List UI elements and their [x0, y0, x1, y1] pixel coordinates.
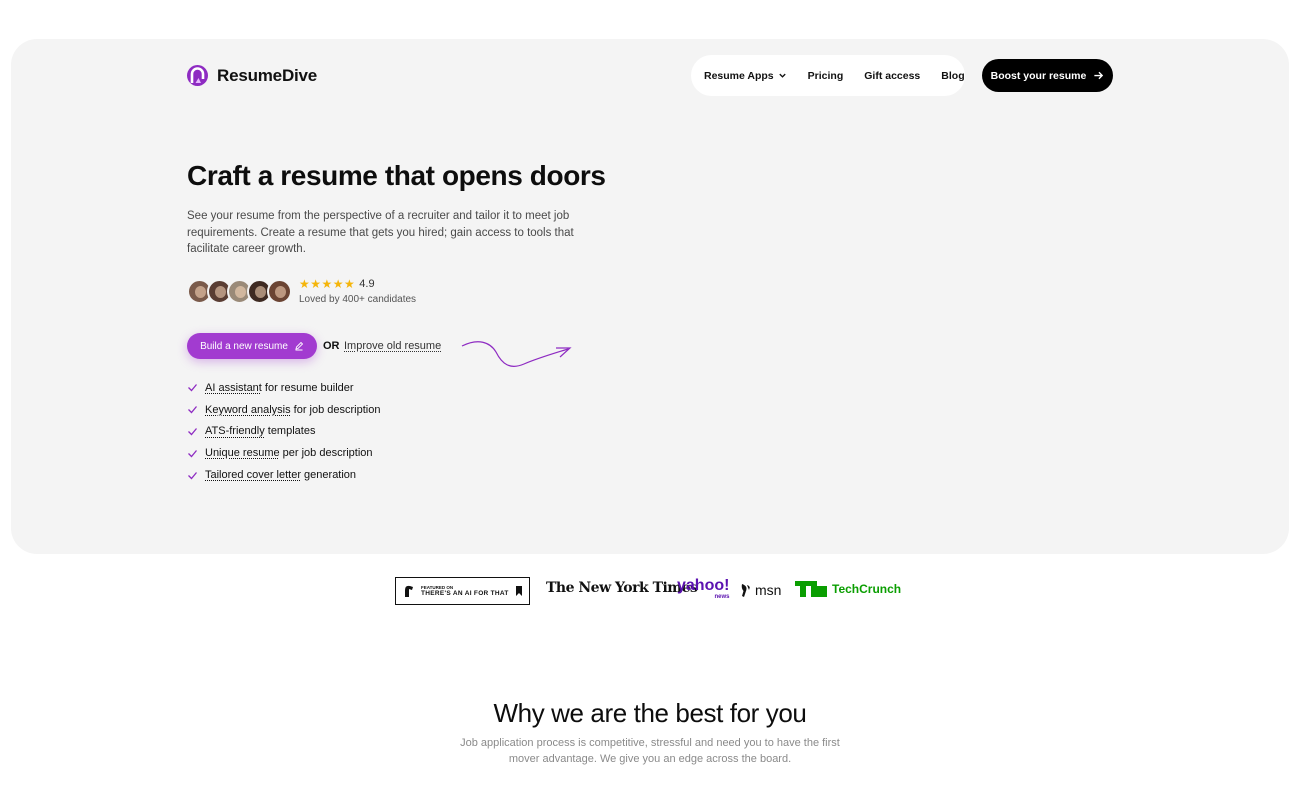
msn-logo: msn [740, 582, 781, 598]
feature-highlight: Tailored cover letter [205, 469, 301, 482]
techcrunch-text: TechCrunch [832, 582, 902, 596]
curly-arrow-icon [461, 341, 572, 367]
list-item: ATS-friendly templates [187, 421, 380, 443]
rating-caption: Loved by 400+ candidates [299, 294, 417, 305]
why-section-title: Why we are the best for you [493, 698, 807, 728]
msn-text: msn [755, 582, 782, 598]
nyt-logo: The New York Times [546, 580, 698, 596]
list-item: Tailored cover letter generation [187, 464, 380, 486]
feature-text: per job description [279, 447, 373, 460]
list-item: Keyword analysis for job description [187, 399, 380, 421]
list-item: AI assistant for resume builder [187, 377, 380, 399]
resumedive-logo-icon [187, 65, 208, 86]
feature-text: generation [301, 469, 357, 482]
nav-item-label: Pricing [807, 69, 844, 82]
feature-highlight: AI assistant [205, 381, 262, 394]
feature-list: AI assistant for resume builder Keyword … [187, 377, 380, 486]
avatar [267, 279, 292, 304]
bookmark-icon [516, 586, 522, 596]
msn-butterfly-icon [741, 584, 750, 597]
techcrunch-logo: TechCrunch [795, 581, 901, 597]
nav-item-resume-apps[interactable]: Resume Apps [704, 70, 787, 82]
nav-item-blog[interactable]: Blog [941, 70, 964, 82]
rating-score: 4.9 [359, 278, 375, 290]
chevron-down-icon [778, 73, 786, 78]
check-icon [188, 406, 197, 414]
boost-resume-label: Boost your resume [990, 69, 1087, 82]
hero-title: Craft a resume that opens doors [187, 160, 606, 191]
check-icon [188, 384, 197, 392]
feature-highlight: ATS-friendly [205, 425, 265, 438]
nav-item-gift-access[interactable]: Gift access [864, 70, 920, 82]
press-logos: FEATURED ON THERE'S AN AI FOR THAT The N… [0, 575, 1300, 607]
feature-text: for job description [290, 403, 381, 416]
nav-item-label: Blog [941, 69, 965, 82]
nav-item-label: Resume Apps [704, 69, 774, 82]
feature-highlight: Unique resume [205, 447, 280, 460]
pencil-icon [295, 341, 304, 351]
or-separator: OR [323, 340, 340, 352]
boost-resume-button[interactable]: Boost your resume [982, 59, 1113, 92]
feature-text: for resume builder [261, 381, 354, 394]
nav-item-pricing[interactable]: Pricing [808, 70, 844, 82]
main-nav: Resume Apps Pricing Gift access Blog [691, 55, 965, 96]
check-icon [188, 471, 197, 480]
nav-item-label: Gift access [864, 69, 921, 82]
improve-old-resume-link[interactable]: Improve old resume [344, 340, 441, 352]
list-item: Unique resume per job description [187, 442, 380, 464]
build-new-resume-label: Build a new resume [200, 340, 288, 352]
build-new-resume-button[interactable]: Build a new resume [187, 333, 317, 359]
feature-text: templates [264, 425, 316, 438]
brand-name: ResumeDive [217, 65, 318, 85]
theres-an-ai-for-that-logo[interactable]: FEATURED ON THERE'S AN AI FOR THAT [395, 577, 530, 605]
feature-highlight: Keyword analysis [205, 403, 291, 416]
check-icon [188, 428, 197, 436]
hero-description: See your resume from the perspective of … [187, 210, 574, 255]
brand-logo[interactable]: ResumeDive [187, 65, 317, 86]
why-section-subtitle: Job application process is competitive, … [460, 737, 840, 765]
yahoo-sub-text: news [714, 594, 730, 600]
yahoo-text: yahoo! [677, 577, 730, 594]
candidate-avatars [187, 279, 292, 304]
star-rating-icon: ★★★★★ [299, 277, 356, 291]
aift-main-text: THERE'S AN AI FOR THAT [421, 590, 509, 597]
yahoo-news-logo: yahoo! news [677, 577, 730, 601]
check-icon [188, 449, 197, 458]
robot-arm-icon [405, 585, 413, 597]
techcrunch-tc-icon [795, 581, 827, 597]
arrow-right-icon [1094, 71, 1104, 80]
rating-block: ★★★★★ 4.9 Loved by 400+ candidates [299, 277, 416, 305]
